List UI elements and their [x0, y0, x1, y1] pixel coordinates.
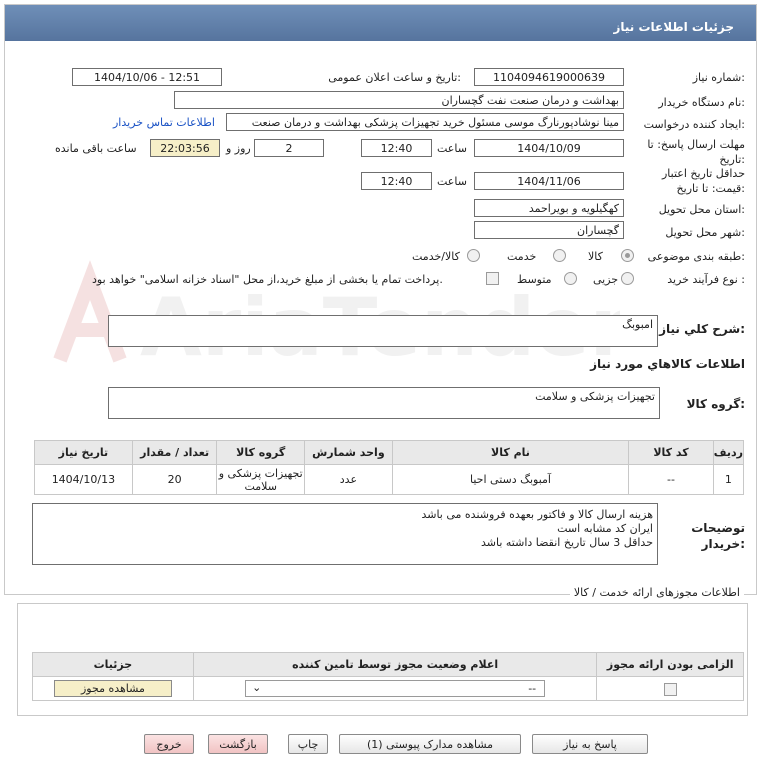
licenses-title: اطلاعات مجوزهای ارائه خدمت / کالا	[569, 586, 744, 599]
process-minor-label: جزیی	[593, 273, 619, 286]
required-checkbox	[663, 682, 677, 696]
payment-note: پرداخت تمام یا بخشی از مبلغ خرید،از محل …	[92, 273, 443, 286]
category-service-radio[interactable]	[553, 249, 566, 262]
cell-status: -- ⌄	[192, 676, 598, 701]
col-row: ردیف	[712, 440, 745, 465]
col-date: تاریخ نیاز	[34, 440, 133, 465]
process-medium-label: متوسط	[517, 273, 552, 286]
goods-group-field: تجهیزات پزشکی و سلامت	[108, 387, 660, 419]
deadline-time-field: 12:40	[361, 139, 432, 157]
licenses-table: الزامی بودن ارائه مجوز اعلام وضعیت مجوز …	[32, 652, 744, 701]
col-details: جزئیات	[32, 652, 194, 677]
announce-label: تاریخ و ساعت اعلان عمومی:	[328, 71, 461, 84]
note-line: هزینه ارسال کالا و فاکتور بعهده فروشنده …	[421, 508, 653, 521]
process-minor-radio[interactable]	[621, 272, 634, 285]
creator-field: مینا نوشادپورنارگ موسی مسئول خرید تجهیزا…	[226, 113, 624, 131]
province-label: استان محل تحویل:	[658, 203, 745, 216]
cell-group: تجهیزات پزشکی و سلامت	[216, 464, 306, 495]
chevron-down-icon: ⌄	[252, 681, 262, 694]
license-status-select[interactable]: -- ⌄	[245, 680, 546, 697]
goods-table-header: ردیف کد کالا نام کالا واحد شمارش گروه کا…	[34, 440, 745, 465]
remaining-time-field: 22:03:56	[150, 139, 220, 157]
buyer-field: بهداشت و درمان صنعت نفت گچساران	[174, 91, 624, 109]
view-attachments-button[interactable]: مشاهده مدارک پیوستی (1)	[339, 734, 521, 754]
days-field: 2	[254, 139, 324, 157]
col-qty: تعداد / مقدار	[131, 440, 218, 465]
need-number-label: شماره نیاز:	[692, 71, 745, 84]
validity-label: حداقل تاریخ اعتبار قیمت: تا تاریخ:	[661, 167, 745, 195]
category-service-label: خدمت	[507, 250, 537, 263]
note-line: حداقل 3 سال تاریخ انقضا داشته باشد	[480, 536, 653, 549]
buyer-notes-label: توضیحات خریدار:	[691, 521, 745, 551]
contact-buyer-link[interactable]: اطلاعات تماس خریدار	[113, 116, 215, 129]
col-group: گروه کالا	[216, 440, 306, 465]
col-name: نام کالا	[391, 440, 630, 465]
col-status: اعلام وضعیت مجوز توسط تامین کننده	[192, 652, 598, 677]
view-license-button[interactable]: مشاهده مجوز	[53, 680, 172, 697]
cell-unit: عدد	[304, 464, 393, 495]
cell-qty: 20	[131, 464, 218, 495]
validity-time-field: 12:40	[361, 172, 432, 190]
col-code: کد کالا	[628, 440, 714, 465]
back-button[interactable]: بازگشت	[208, 734, 268, 754]
province-field: کهگیلویه و بویراحمد	[474, 199, 624, 217]
page-title: جزئیات اطلاعات نیاز	[5, 5, 756, 41]
creator-label: ایجاد کننده درخواست:	[643, 118, 745, 131]
category-goods-radio[interactable]	[621, 249, 634, 262]
city-field: گچساران	[474, 221, 624, 239]
validity-time-label: ساعت	[437, 175, 467, 188]
summary-label: شرح کلي نياز:	[659, 322, 745, 336]
treasury-payment-checkbox[interactable]	[486, 272, 499, 285]
goods-group-label: گروه کالا:	[686, 397, 745, 411]
city-label: شهر محل تحویل:	[665, 226, 745, 239]
cell-code: --	[628, 464, 714, 495]
note-line: ایران کد مشابه است	[557, 522, 653, 535]
goods-table: ردیف کد کالا نام کالا واحد شمارش گروه کا…	[34, 440, 745, 495]
table-row: 1 -- آمبوبگ دستی احیا عدد تجهیزات پزشکی …	[34, 464, 745, 495]
cell-date: 1404/10/13	[34, 464, 133, 495]
buyer-notes-field: هزینه ارسال کالا و فاکتور بعهده فروشنده …	[32, 503, 658, 565]
process-label: نوع فرآیند خرید :	[667, 273, 745, 286]
validity-date-field: 1404/11/06	[474, 172, 624, 190]
exit-button[interactable]: خروج	[144, 734, 194, 754]
licenses-header: الزامی بودن ارائه مجوز اعلام وضعیت مجوز …	[32, 652, 744, 677]
print-button[interactable]: چاپ	[288, 734, 328, 754]
cell-required	[596, 676, 744, 701]
cell-name: آمبوبگ دستی احیا	[391, 464, 630, 495]
deadline-date-field: 1404/10/09	[474, 139, 624, 157]
col-required: الزامی بودن ارائه مجوز	[596, 652, 744, 677]
cell-row: 1	[712, 464, 745, 495]
category-goods-label: کالا	[588, 250, 603, 263]
category-both-radio[interactable]	[467, 249, 480, 262]
category-label: طبقه بندی موضوعی:	[647, 250, 745, 263]
cell-details: مشاهده مجوز	[32, 676, 194, 701]
process-medium-radio[interactable]	[564, 272, 577, 285]
deadline-time-label: ساعت	[437, 142, 467, 155]
category-both-label: کالا/خدمت	[412, 250, 460, 263]
goods-info-title: اطلاعات کالاهاي مورد نياز	[590, 357, 745, 371]
remaining-label: ساعت باقی مانده	[55, 142, 137, 155]
announce-datetime-field: 1404/10/06 - 12:51	[72, 68, 222, 86]
buyer-label: نام دستگاه خریدار:	[658, 96, 745, 109]
select-value: --	[528, 682, 537, 695]
summary-field: امبوبگ	[108, 315, 658, 347]
table-row: -- ⌄ مشاهده مجوز	[32, 676, 744, 701]
col-unit: واحد شمارش	[304, 440, 393, 465]
reply-button[interactable]: پاسخ به نیاز	[532, 734, 648, 754]
need-number-field: 1104094619000639	[474, 68, 624, 86]
days-label: روز و	[226, 142, 251, 155]
deadline-label: مهلت ارسال پاسخ: تا تاریخ:	[647, 138, 745, 166]
